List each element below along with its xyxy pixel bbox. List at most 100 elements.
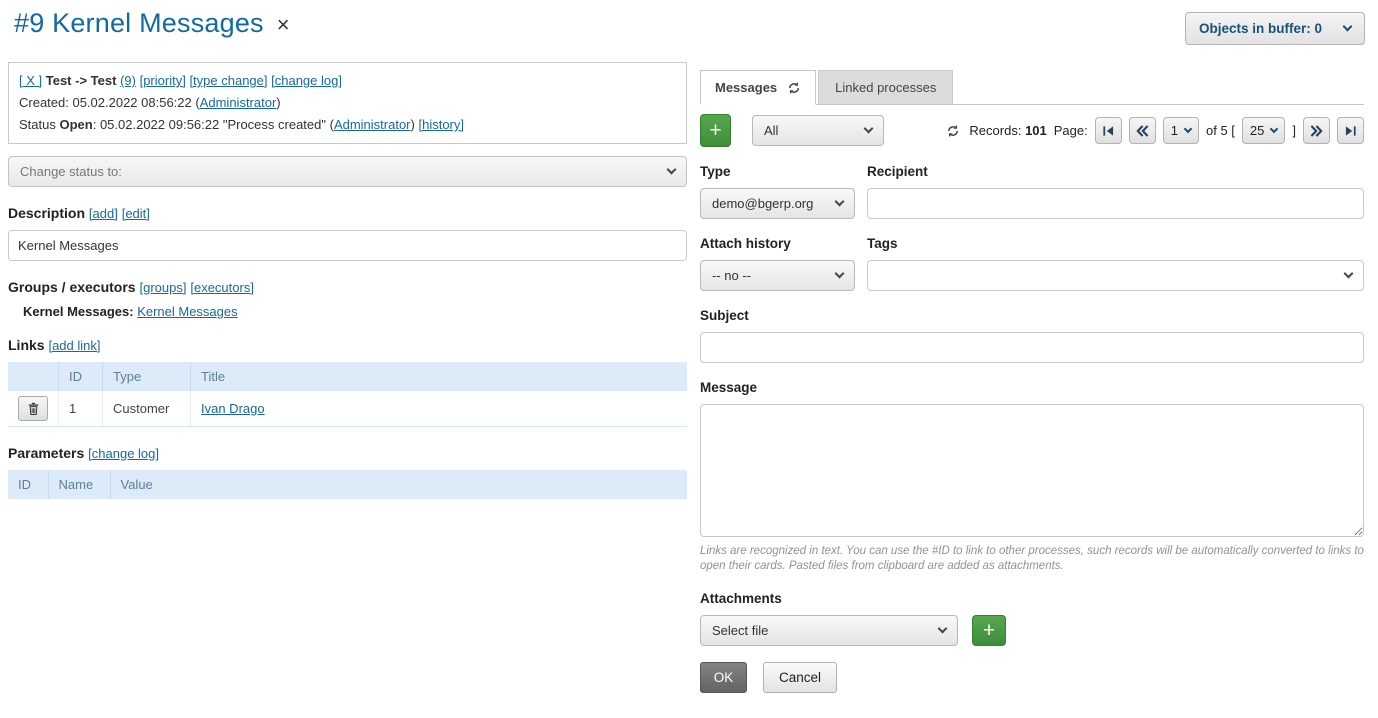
add-message-button[interactable]: +	[700, 114, 731, 147]
change-log-link[interactable]: [change log]	[271, 73, 342, 88]
group-value-link[interactable]: Kernel Messages	[137, 304, 237, 319]
cancel-button[interactable]: Cancel	[763, 662, 837, 693]
tags-label: Tags	[867, 236, 1364, 251]
page-header: #9 Kernel Messages ×	[14, 8, 290, 39]
parameters-table: ID Name Value	[8, 470, 687, 499]
status-user-link[interactable]: Administrator	[334, 117, 411, 132]
page-title: #9 Kernel Messages	[14, 8, 264, 39]
chevron-down-icon	[835, 269, 845, 279]
description-input[interactable]	[8, 230, 687, 261]
next-page-icon	[1310, 125, 1323, 137]
plus-icon: +	[709, 120, 721, 141]
trash-icon	[28, 402, 39, 416]
close-process-link[interactable]: [ X ]	[19, 73, 42, 88]
executors-link[interactable]: [executors]	[190, 280, 254, 295]
attachments-label: Attachments	[700, 591, 1364, 606]
tab-linked-processes[interactable]: Linked processes	[818, 70, 953, 104]
links-table-header: ID Type Title	[8, 362, 687, 391]
page-of-close: ]	[1292, 123, 1296, 138]
attachment-file-select[interactable]: Select file	[700, 615, 958, 646]
tab-bar: Messages Linked processes	[700, 70, 1364, 105]
links-table: ID Type Title 1 Customer	[8, 362, 687, 427]
page-label: Page:	[1054, 123, 1088, 138]
summary-line-1: [ X ] Test -> Test (9) [priority] [type …	[19, 70, 676, 92]
links-col-actions	[8, 362, 59, 391]
group-label: Kernel Messages:	[23, 304, 134, 319]
refresh-icon[interactable]	[946, 124, 960, 138]
delete-link-button[interactable]	[18, 396, 48, 421]
type-select[interactable]: demo@bgerp.org	[700, 188, 855, 219]
add-link-link[interactable]: [add link]	[48, 338, 100, 353]
message-hint: Links are recognized in text. You can us…	[700, 544, 1364, 574]
add-attachment-button[interactable]: +	[972, 615, 1006, 646]
page-size-select[interactable]: 25	[1242, 117, 1285, 144]
chevron-down-icon	[667, 165, 677, 175]
chevron-down-icon	[938, 624, 948, 634]
group-item: Kernel Messages: Kernel Messages	[23, 304, 687, 319]
summary-line-status: Status Open: 05.02.2022 09:56:22 "Proces…	[19, 114, 676, 136]
form-buttons: OK Cancel	[700, 662, 1364, 693]
groups-link[interactable]: [groups]	[139, 280, 186, 295]
message-label: Message	[700, 380, 1364, 395]
created-user-link[interactable]: Administrator	[200, 95, 277, 110]
groups-executors-heading: Groups / executors [groups] [executors]	[8, 279, 687, 295]
change-status-select[interactable]: Change status to:	[8, 156, 687, 187]
chevron-down-icon	[835, 197, 845, 207]
refresh-icon[interactable]	[787, 81, 801, 95]
subject-label: Subject	[700, 308, 1364, 323]
type-change-link[interactable]: [type change]	[189, 73, 267, 88]
subject-input[interactable]	[700, 332, 1364, 363]
links-col-id: ID	[59, 362, 103, 391]
message-textarea[interactable]	[700, 404, 1364, 537]
messages-panel: Messages Linked processes + All	[700, 62, 1364, 693]
message-filter-select[interactable]: All	[752, 115, 884, 146]
last-page-icon	[1345, 125, 1357, 137]
page-number-select[interactable]: 1	[1163, 117, 1199, 144]
parameters-change-log-link[interactable]: [change log]	[88, 446, 159, 461]
status-value: Open	[59, 117, 92, 132]
links-heading: Links [add link]	[8, 337, 687, 353]
attach-history-select[interactable]: -- no --	[700, 260, 855, 291]
parameters-heading: Parameters [change log]	[8, 445, 687, 461]
last-page-button[interactable]	[1337, 117, 1364, 144]
type-label: Type	[700, 164, 855, 179]
chevron-down-icon	[1184, 124, 1192, 132]
link-row-title-link[interactable]: Ivan Drago	[201, 401, 265, 416]
objects-in-buffer-button[interactable]: Objects in buffer: 0	[1185, 12, 1365, 45]
priority-link[interactable]: [priority]	[140, 73, 186, 88]
description-edit-link[interactable]: [edit]	[122, 206, 150, 221]
page-of-label: of 5 [	[1206, 123, 1235, 138]
links-col-type: Type	[103, 362, 191, 391]
process-card-page: #9 Kernel Messages × Objects in buffer: …	[0, 0, 1378, 718]
parameters-col-id: ID	[8, 470, 48, 499]
chevron-down-icon	[1270, 124, 1278, 132]
status-history-link[interactable]: [history]	[418, 117, 464, 132]
prev-page-button[interactable]	[1129, 117, 1156, 144]
close-process-icon[interactable]: ×	[277, 9, 290, 38]
message-form-row-1: Type Recipient demo@bgerp.org Attach his…	[700, 147, 1364, 291]
next-page-button[interactable]	[1303, 117, 1330, 144]
process-type-path: Test -> Test	[46, 73, 117, 88]
tab-messages[interactable]: Messages	[700, 70, 816, 105]
ok-button[interactable]: OK	[700, 662, 747, 693]
tags-select[interactable]	[867, 260, 1364, 291]
chevron-down-icon	[1343, 22, 1353, 32]
chevron-down-icon	[1344, 269, 1354, 279]
first-page-button[interactable]	[1095, 117, 1122, 144]
chevron-down-icon	[864, 124, 874, 134]
recipient-input[interactable]	[867, 188, 1364, 219]
links-col-title: Title	[191, 362, 688, 391]
parameters-col-name: Name	[48, 470, 110, 499]
process-summary-box: [ X ] Test -> Test (9) [priority] [type …	[8, 62, 687, 144]
attachments-row: Select file +	[700, 615, 1364, 646]
parameters-col-value: Value	[110, 470, 687, 499]
process-info-panel: [ X ] Test -> Test (9) [priority] [type …	[8, 62, 687, 499]
prev-page-icon	[1136, 125, 1149, 137]
recipient-label: Recipient	[867, 164, 1364, 179]
parameters-table-header: ID Name Value	[8, 470, 687, 499]
summary-line-created: Created: 05.02.2022 08:56:22 (Administra…	[19, 92, 676, 114]
process-id-link[interactable]: (9)	[120, 73, 136, 88]
plus-icon: +	[983, 620, 995, 641]
description-add-link[interactable]: [add]	[89, 206, 118, 221]
messages-toolbar: + All Records: 101 Page:	[700, 114, 1364, 147]
